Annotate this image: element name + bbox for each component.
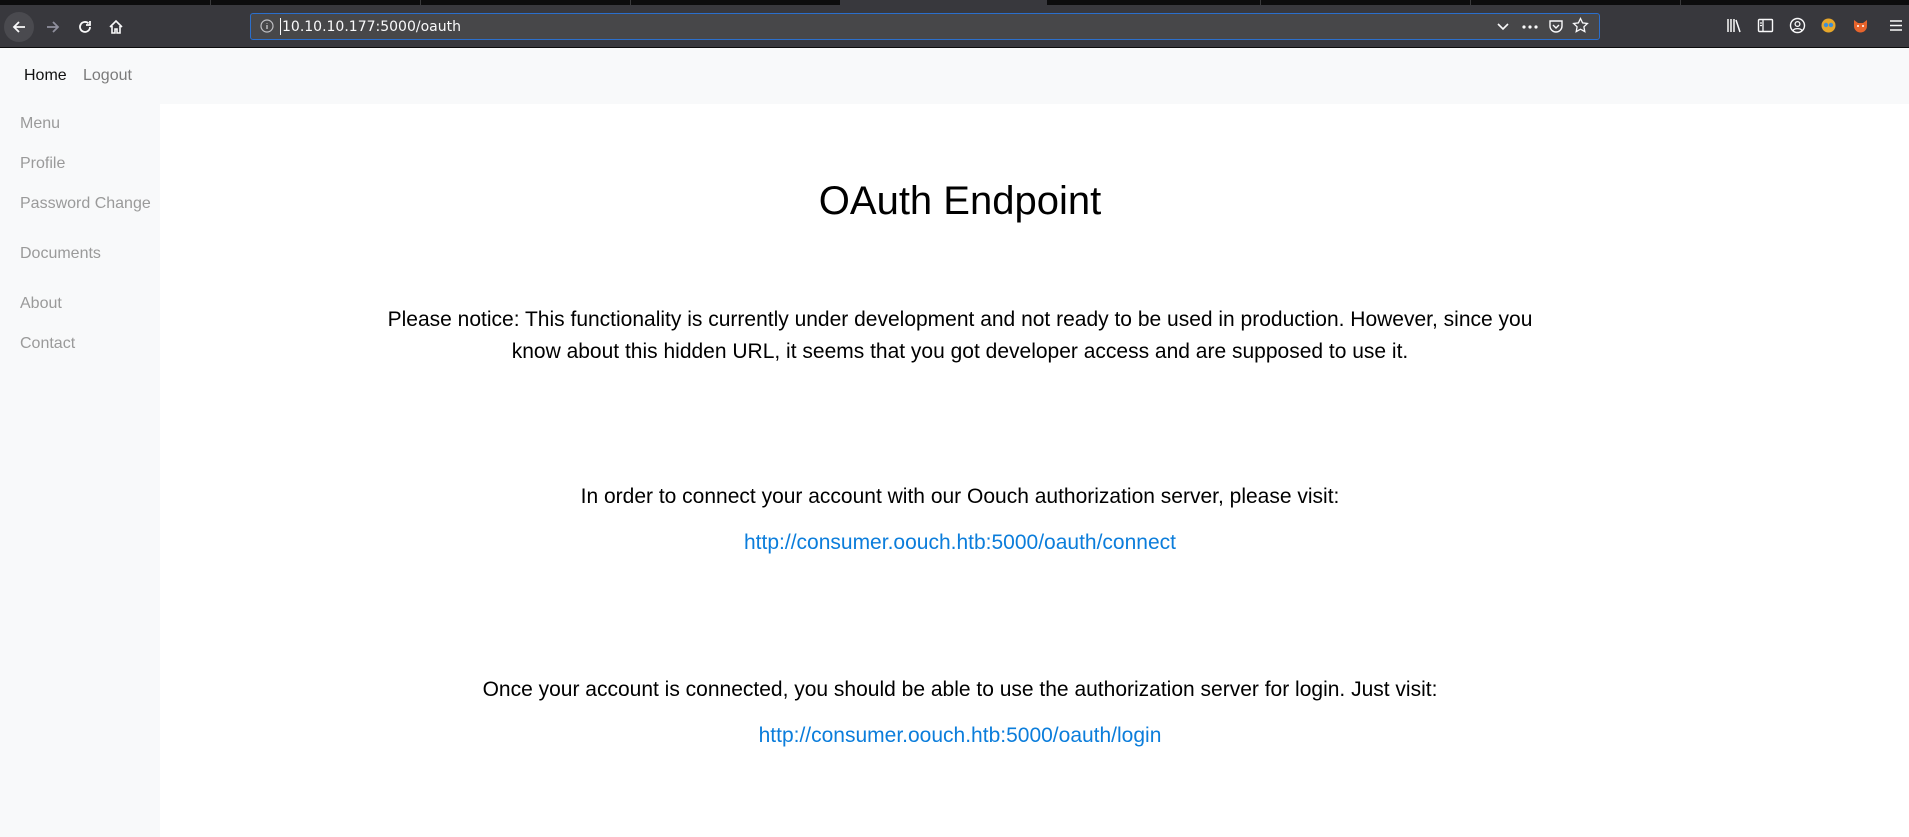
chevron-down-icon[interactable]: [1496, 21, 1510, 33]
foxyproxy-icon[interactable]: [1852, 17, 1869, 34]
reload-button[interactable]: [70, 12, 100, 42]
connect-instructions: In order to connect your account with ou…: [580, 485, 1340, 508]
pocket-icon[interactable]: [1548, 18, 1564, 34]
back-button[interactable]: [4, 12, 34, 42]
extension-icon[interactable]: [1820, 17, 1837, 34]
sidebar-item-profile[interactable]: Profile: [20, 155, 65, 173]
menu-icon[interactable]: [1888, 17, 1904, 34]
star-icon[interactable]: [1572, 17, 1589, 34]
sidebar-toggle-icon[interactable]: [1757, 17, 1774, 34]
address-bar[interactable]: 10.10.10.177:5000/oauth: [250, 13, 1600, 40]
sidebar: Menu Profile Password Change Documents A…: [0, 104, 160, 837]
sidebar-item-about[interactable]: About: [20, 295, 62, 313]
nav-home-link[interactable]: Home: [24, 67, 67, 85]
browser-toolbar: 10.10.10.177:5000/oauth: [0, 5, 1909, 48]
arrow-left-icon: [12, 21, 25, 33]
development-notice: Please notice: This functionality is cur…: [387, 308, 1533, 363]
account-icon[interactable]: [1789, 17, 1806, 34]
sidebar-item-documents[interactable]: Documents: [20, 245, 101, 263]
sidebar-item-contact[interactable]: Contact: [20, 335, 75, 353]
home-icon: [109, 19, 123, 34]
url-text[interactable]: 10.10.10.177:5000/oauth: [280, 18, 461, 35]
login-instructions: Once your account is connected, you shou…: [482, 678, 1438, 701]
home-button[interactable]: [101, 12, 131, 42]
info-icon[interactable]: [260, 19, 274, 33]
reload-icon: [79, 21, 91, 33]
sidebar-item-password-change[interactable]: Password Change: [20, 195, 151, 213]
top-navbar: Home Logout: [0, 48, 1909, 104]
main-content: OAuth Endpoint Please notice: This funct…: [160, 104, 1909, 837]
library-icon[interactable]: [1726, 17, 1743, 34]
page-title: OAuth Endpoint: [818, 179, 1102, 223]
more-icon[interactable]: [1521, 20, 1539, 34]
oauth-login-link[interactable]: http://consumer.oouch.htb:5000/oauth/log…: [160, 724, 1760, 748]
arrow-right-icon: [47, 21, 60, 33]
oauth-connect-link[interactable]: http://consumer.oouch.htb:5000/oauth/con…: [160, 531, 1760, 555]
forward-button[interactable]: [38, 12, 68, 42]
nav-logout-link[interactable]: Logout: [83, 67, 132, 85]
sidebar-item-menu: Menu: [20, 115, 61, 132]
